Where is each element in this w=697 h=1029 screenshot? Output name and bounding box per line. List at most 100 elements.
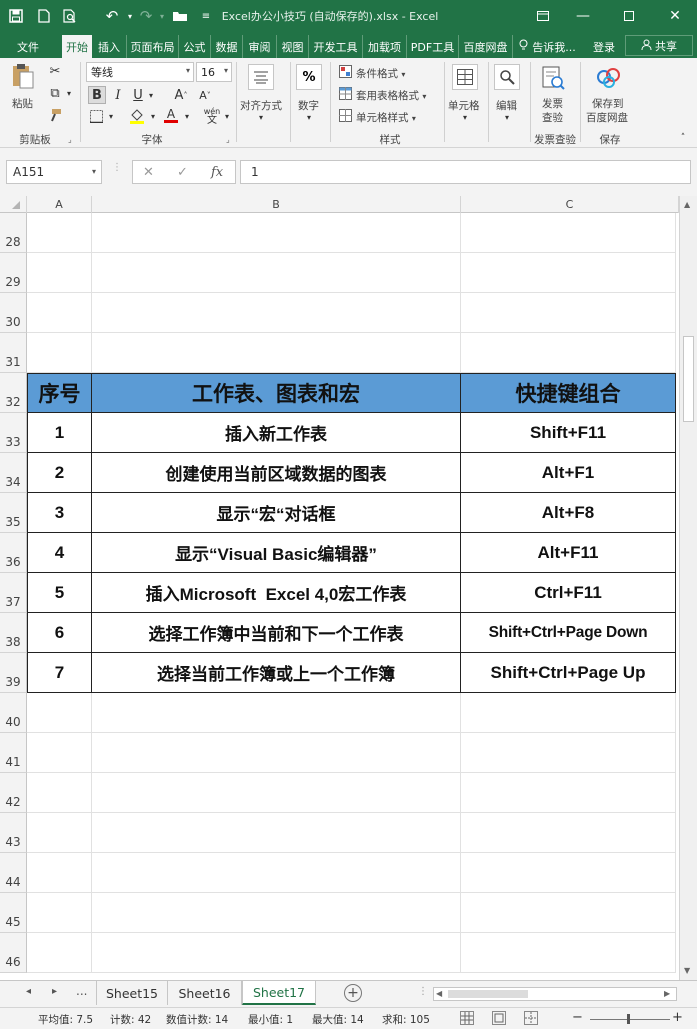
scroll-down-icon[interactable]: ▼ (684, 966, 690, 975)
row-header[interactable]: 45 (0, 893, 27, 933)
horizontal-scroll-thumb[interactable] (448, 990, 528, 998)
sheet-tab-sheet15[interactable]: Sheet15 (96, 981, 168, 1005)
cell[interactable] (461, 333, 676, 373)
share-button[interactable]: 共享 (625, 35, 693, 56)
percent-icon[interactable]: % (296, 64, 322, 90)
row-header[interactable]: 34 (0, 453, 27, 493)
cell[interactable] (461, 293, 676, 333)
cell-index[interactable]: 5 (27, 573, 92, 613)
cell[interactable] (27, 293, 92, 333)
zoom-slider-track[interactable] (590, 1019, 670, 1020)
cell[interactable] (92, 853, 461, 893)
print-preview-icon[interactable] (58, 4, 82, 28)
row-header[interactable]: 44 (0, 853, 27, 893)
underline-dropdown-icon[interactable]: ▾ (146, 86, 156, 104)
cell[interactable] (461, 213, 676, 253)
horizontal-scrollbar[interactable]: ◀ ▶ (433, 987, 677, 1001)
font-launcher-icon[interactable]: ⌟ (226, 135, 230, 144)
formula-bar-grip[interactable]: ⋮ (112, 162, 122, 182)
sheet-tab-sheet16[interactable]: Sheet16 (168, 981, 242, 1005)
normal-view-icon[interactable] (460, 1011, 474, 1025)
tab-data[interactable]: 数据 (210, 35, 242, 58)
cancel-icon[interactable]: ✕ (143, 165, 154, 180)
italic-button[interactable]: I (110, 86, 126, 104)
cell[interactable] (461, 853, 676, 893)
zoom-out-button[interactable]: − (572, 1010, 583, 1025)
header-cell-description[interactable]: 工作表、图表和宏 (92, 373, 461, 413)
cell[interactable] (92, 293, 461, 333)
cell-description[interactable]: 选择当前工作簿或上一个工作簿 (92, 653, 461, 693)
number-dropdown-icon[interactable]: ▾ (304, 112, 314, 122)
row-header[interactable]: 36 (0, 533, 27, 573)
login-link[interactable]: 登录 (586, 35, 622, 58)
page-layout-view-icon[interactable] (492, 1011, 506, 1025)
next-sheet-icon[interactable]: ▸ (52, 986, 57, 997)
row-header[interactable]: 30 (0, 293, 27, 333)
minimize-icon[interactable]: — (568, 4, 598, 28)
editing-dropdown-icon[interactable]: ▾ (502, 112, 512, 122)
tab-page-layout[interactable]: 页面布局 (126, 35, 178, 58)
fill-color-icon[interactable] (128, 108, 146, 124)
row-header[interactable]: 37 (0, 573, 27, 613)
row-header[interactable]: 40 (0, 693, 27, 733)
cell[interactable] (92, 813, 461, 853)
cell-index[interactable]: 3 (27, 493, 92, 533)
row-header[interactable]: 42 (0, 773, 27, 813)
cell[interactable] (461, 933, 676, 973)
cell[interactable] (92, 893, 461, 933)
cell-shortcut[interactable]: Shift+Ctrl+Page Up (461, 653, 676, 693)
paste-label[interactable]: 粘贴 (12, 96, 33, 111)
cell-shortcut[interactable]: Alt+F11 (461, 533, 676, 573)
baidu-cloud-icon[interactable] (594, 64, 624, 92)
align-icon[interactable] (248, 64, 274, 90)
tab-review[interactable]: 审阅 (242, 35, 276, 58)
scroll-up-icon[interactable]: ▲ (684, 200, 690, 209)
new-file-icon[interactable] (32, 4, 56, 28)
row-header[interactable]: 28 (0, 213, 27, 253)
invoice-check-icon[interactable] (538, 64, 568, 92)
add-sheet-button[interactable]: + (344, 984, 362, 1002)
tab-split-icon[interactable]: ⋮ (418, 986, 428, 997)
font-color-icon[interactable]: A (162, 108, 180, 124)
select-all-corner[interactable] (0, 196, 27, 213)
tab-pdf-tools[interactable]: PDF工具 (406, 35, 458, 58)
save-to-line1[interactable]: 保存到 (592, 96, 624, 111)
clipboard-launcher-icon[interactable]: ⌟ (68, 135, 72, 144)
cell[interactable] (461, 813, 676, 853)
cell-description[interactable]: 显示“Visual Basic编辑器” (92, 533, 461, 573)
copy-icon[interactable]: ⧉ (46, 84, 64, 102)
cell-index[interactable]: 7 (27, 653, 92, 693)
tab-view[interactable]: 视图 (276, 35, 308, 58)
row-header[interactable]: 32 (0, 373, 27, 413)
cell-style-button[interactable]: 单元格样式 ▾ (356, 110, 416, 125)
paste-icon[interactable] (8, 62, 38, 90)
cell[interactable] (92, 733, 461, 773)
cell[interactable] (27, 213, 92, 253)
border-dropdown-icon[interactable]: ▾ (106, 108, 116, 124)
shrink-font-button[interactable]: A ˅ (196, 86, 214, 104)
sheet-tab-sheet17[interactable]: Sheet17 (242, 981, 316, 1005)
formula-input[interactable]: 1 (240, 160, 691, 184)
cell-index[interactable]: 2 (27, 453, 92, 493)
cell-description[interactable]: 插入新工作表 (92, 413, 461, 453)
tab-home[interactable]: 开始 (62, 35, 92, 58)
cell[interactable] (27, 933, 92, 973)
cell-shortcut[interactable]: Ctrl+F11 (461, 573, 676, 613)
cell[interactable] (92, 933, 461, 973)
cell-description[interactable]: 插入Microsoft Excel 4,0宏工作表 (92, 573, 461, 613)
font-size-select[interactable]: 16 ▾ (196, 62, 232, 82)
phonetic-dropdown-icon[interactable]: ▾ (222, 108, 232, 124)
cell-index[interactable]: 4 (27, 533, 92, 573)
cell[interactable] (27, 893, 92, 933)
cell-index[interactable]: 6 (27, 613, 92, 653)
cell[interactable] (27, 853, 92, 893)
alignment-label[interactable]: 对齐方式 (240, 98, 282, 113)
cell[interactable] (92, 773, 461, 813)
number-label[interactable]: 数字 (298, 98, 319, 113)
cell-description[interactable]: 显示“宏“对话框 (92, 493, 461, 533)
header-cell-index[interactable]: 序号 (27, 373, 92, 413)
cell[interactable] (27, 813, 92, 853)
cell-description[interactable]: 创建使用当前区域数据的图表 (92, 453, 461, 493)
zoom-slider-knob[interactable] (627, 1014, 630, 1024)
column-header-a[interactable]: A (27, 196, 92, 213)
